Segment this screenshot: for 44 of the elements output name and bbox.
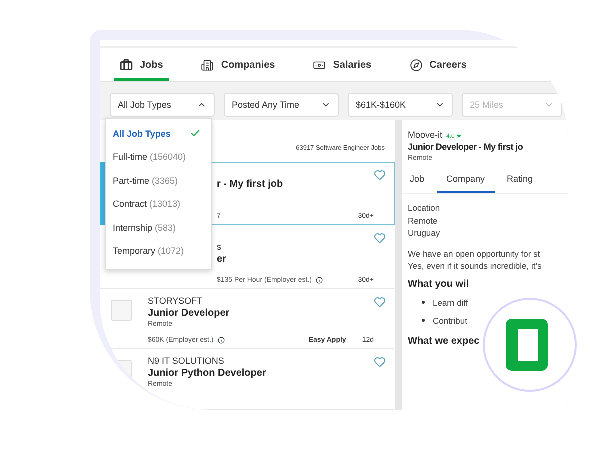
menu-item[interactable]: Part-time (3365) xyxy=(106,169,211,192)
job-title: er xyxy=(217,254,228,266)
nav-tab[interactable]: Careers xyxy=(404,53,473,81)
job-title: Junior Python Developer xyxy=(148,368,268,380)
detail-tab[interactable]: Company xyxy=(436,168,496,193)
section-heading: What we expec xyxy=(408,336,481,346)
company-name: STORYSOFT xyxy=(148,296,204,306)
job-title: r - My first job xyxy=(217,179,284,190)
company-logo xyxy=(111,300,132,321)
menu-item[interactable]: Contract (13013) xyxy=(106,192,211,216)
company-name: s xyxy=(217,242,222,252)
filter-dropdown[interactable]: Posted Any Time xyxy=(224,93,339,117)
bullet-text: Contribut xyxy=(433,316,468,326)
filter-dropdown[interactable]: $61K-$160K xyxy=(348,93,453,117)
compass-icon xyxy=(410,59,423,72)
save-heart-icon[interactable] xyxy=(374,169,386,181)
menu-item[interactable]: Temporary (1072) xyxy=(106,240,211,263)
banknote-icon xyxy=(313,59,326,72)
company-name: Moove-it xyxy=(408,130,443,140)
company-name: N9 IT SOLUTIONS xyxy=(148,356,226,366)
location-line: Remote xyxy=(408,214,439,227)
filter-dropdown[interactable]: All Job Types xyxy=(110,93,215,117)
location-line: Location xyxy=(408,202,442,214)
briefcase-icon xyxy=(120,59,133,72)
nav-tab[interactable]: Salaries xyxy=(307,53,378,81)
section-heading: What you wil xyxy=(408,278,470,290)
bullet-text: Learn diff xyxy=(433,298,468,308)
bullet-dot xyxy=(422,301,425,304)
info-icon xyxy=(218,337,225,344)
bullet-dot xyxy=(422,319,425,322)
job-title: Junior Developer xyxy=(148,308,231,319)
detail-tab[interactable]: Rating xyxy=(497,168,544,193)
nav-tab[interactable]: Companies xyxy=(195,53,282,81)
detail-tab[interactable]: Job xyxy=(402,168,435,193)
save-heart-icon[interactable] xyxy=(374,356,386,368)
menu-item[interactable]: All Job Types xyxy=(106,122,211,146)
building-icon xyxy=(201,59,214,72)
location-line: Uruguay xyxy=(408,227,442,240)
description-line: We have an open opportunity for st xyxy=(408,248,542,260)
info-icon xyxy=(316,276,323,284)
description-line: Yes, even if it sounds incredible, it’s xyxy=(408,260,543,272)
job-title: Junior Developer - My first jo xyxy=(408,142,524,152)
save-heart-icon[interactable] xyxy=(374,232,386,244)
save-heart-icon[interactable] xyxy=(374,296,386,308)
